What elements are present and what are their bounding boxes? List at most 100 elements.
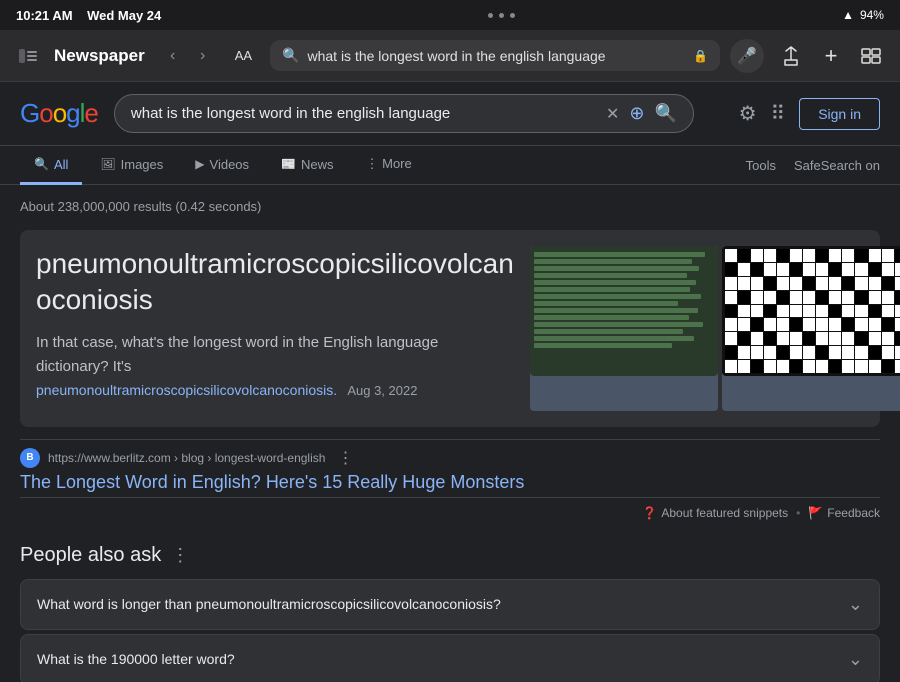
mic-button[interactable]: 🎤	[730, 39, 764, 73]
cw-cell	[751, 360, 763, 373]
google-header-right: ⚙ ⠿ Sign in	[739, 98, 880, 130]
share-button[interactable]	[774, 39, 808, 73]
cw-cell	[738, 277, 750, 290]
cw-cell	[790, 249, 802, 262]
cw-cell	[842, 277, 854, 290]
cw-cell	[895, 360, 900, 373]
cw-cell	[751, 305, 763, 318]
cw-cell	[751, 332, 763, 345]
about-featured-snippets-link[interactable]: ❓ About featured snippets	[642, 506, 788, 520]
cw-cell	[855, 346, 867, 359]
cw-cell	[738, 263, 750, 276]
source-more-button[interactable]: ⋮	[337, 448, 353, 468]
status-right: ▲ 94%	[842, 8, 884, 22]
snippet-footer: ❓ About featured snippets • 🚩 Feedback	[20, 497, 880, 528]
paa-chevron-0: ⌄	[848, 594, 863, 615]
google-lens-button[interactable]: ⊕	[629, 103, 644, 124]
google-header: Google ✕ ⊕ 🔍 ⚙ ⠿ Sign in	[0, 82, 900, 146]
cw-cell	[738, 346, 750, 359]
cw-cell	[790, 346, 802, 359]
cw-cell	[803, 277, 815, 290]
snippet-image-1[interactable]	[530, 246, 718, 411]
cw-cell	[895, 291, 900, 304]
cw-cell	[790, 305, 802, 318]
cw-cell	[725, 263, 737, 276]
google-apps-button[interactable]: ⠿	[771, 101, 786, 126]
cw-cell	[869, 249, 881, 262]
cw-cell	[855, 360, 867, 373]
lock-icon: 🔒	[693, 49, 708, 63]
flag-icon: 🚩	[808, 506, 823, 520]
tab-images[interactable]: 🖼 Images	[86, 147, 177, 185]
cw-cell	[895, 318, 900, 331]
source-title-link[interactable]: The Longest Word in English? Here's 15 R…	[20, 472, 524, 492]
cw-cell	[855, 332, 867, 345]
text-line	[534, 259, 692, 264]
text-line	[534, 315, 689, 320]
google-search-input[interactable]	[131, 105, 596, 122]
cw-cell	[882, 277, 894, 290]
cw-cell	[738, 249, 750, 262]
sidebar-toggle-button[interactable]	[12, 40, 44, 72]
new-tab-button[interactable]: +	[814, 39, 848, 73]
cw-cell	[803, 360, 815, 373]
snippet-link[interactable]: pneumonoultramicroscopicsilicovolcanocon…	[36, 382, 337, 398]
google-search-button[interactable]: 🔍	[654, 103, 676, 124]
tab-news[interactable]: 📰 News	[267, 147, 347, 185]
settings-button[interactable]: ⚙	[739, 101, 757, 126]
sign-in-button[interactable]: Sign in	[799, 98, 880, 130]
google-search-bar[interactable]: ✕ ⊕ 🔍	[114, 94, 694, 133]
cw-cell	[725, 277, 737, 290]
paa-item-0[interactable]: What word is longer than pneumonoultrami…	[20, 579, 880, 630]
cw-cell	[777, 291, 789, 304]
google-clear-button[interactable]: ✕	[606, 104, 619, 124]
text-line	[534, 308, 698, 313]
tabs-button[interactable]	[854, 39, 888, 73]
cw-cell	[895, 263, 900, 276]
url-bar[interactable]: 🔍 what is the longest word in the englis…	[270, 40, 720, 71]
text-line	[534, 280, 696, 285]
status-time-day: 10:21 AM Wed May 24	[16, 8, 161, 23]
cw-cell	[816, 332, 828, 345]
cw-cell	[829, 249, 841, 262]
dot3	[510, 13, 515, 18]
nav-buttons: ‹ ›	[159, 42, 217, 70]
tab-videos[interactable]: ▶ Videos	[181, 147, 263, 185]
text-line	[534, 273, 687, 278]
safesearch-label: SafeSearch on	[794, 148, 880, 183]
status-bar: 10:21 AM Wed May 24 ▲ 94%	[0, 0, 900, 30]
text-line	[534, 336, 694, 341]
aa-button[interactable]: AA	[227, 44, 260, 67]
back-button[interactable]: ‹	[159, 42, 187, 70]
cw-cell	[842, 332, 854, 345]
snippet-image-2[interactable]	[722, 246, 900, 411]
feedback-link[interactable]: 🚩 Feedback	[808, 506, 880, 520]
google-logo: Google	[20, 98, 98, 129]
cw-cell	[777, 346, 789, 359]
tools-tab[interactable]: Tools	[732, 148, 790, 183]
cw-cell	[869, 277, 881, 290]
cw-cell	[869, 332, 881, 345]
text-line	[534, 322, 703, 327]
cw-cell	[790, 318, 802, 331]
cw-cell	[777, 305, 789, 318]
cw-cell	[751, 277, 763, 290]
tab-more[interactable]: ⋮ More	[352, 146, 426, 185]
battery-icon: 94%	[860, 8, 884, 22]
forward-button[interactable]: ›	[189, 42, 217, 70]
toolbar-right: +	[774, 39, 888, 73]
cw-cell	[816, 249, 828, 262]
cw-cell	[816, 360, 828, 373]
cw-cell	[869, 318, 881, 331]
paa-item-1[interactable]: What is the 190000 letter word? ⌄	[20, 634, 880, 682]
cw-cell	[777, 277, 789, 290]
tab-all[interactable]: 🔍 All	[20, 147, 82, 185]
cw-cell	[790, 332, 802, 345]
cw-cell	[855, 318, 867, 331]
cw-cell	[751, 291, 763, 304]
snippet-description: In that case, what's the longest word in…	[36, 331, 514, 403]
paa-more-button[interactable]: ⋮	[171, 545, 189, 566]
cw-cell	[882, 332, 894, 345]
cw-cell	[842, 360, 854, 373]
cw-cell	[855, 277, 867, 290]
